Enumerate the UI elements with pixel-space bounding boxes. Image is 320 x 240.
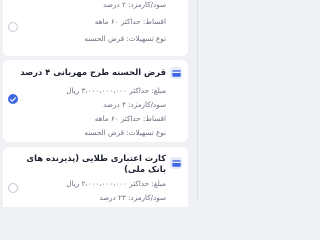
- loan-radio-button[interactable]: [8, 94, 18, 104]
- loan-installments-text: اقساط: حداکثر ۶۰ ماهه: [94, 17, 166, 26]
- loan-option-card[interactable]: کارت اعتباری طلایی (پذیرنده های بانک ملی…: [3, 147, 188, 207]
- loan-rate-text: سود/کارمزد: ۲۳ درصد: [99, 193, 166, 202]
- loan-radio-button[interactable]: [8, 22, 18, 32]
- loan-installments-text: اقساط: حداکثر ۶۰ ماهه: [94, 114, 166, 123]
- loan-option-card[interactable]: سود/کارمزد: ۲ درصد اقساط: حداکثر ۶۰ ماهه…: [3, 0, 188, 56]
- scrollbar[interactable]: [196, 0, 199, 200]
- loan-amount-text: مبلغ: حداکثر ۳،۰۰۰،۰۰۰،۰۰۰ ریال: [66, 86, 166, 95]
- card-icon: [170, 67, 182, 79]
- loan-rate-text: سود/کارمزد: ۲ درصد: [103, 0, 166, 9]
- loan-option-card[interactable]: قرض الحسنه طرح مهربانی ۴ درصد مبلغ: حداک…: [3, 60, 188, 142]
- loan-type-text: نوع تسهیلات: قرض الحسنه: [84, 128, 166, 137]
- loan-radio-button[interactable]: [8, 183, 18, 193]
- loan-type-text: نوع تسهیلات: قرض الحسنه: [84, 34, 166, 43]
- loan-amount-text: مبلغ: حداکثر ۲،۰۰۰،۰۰۰،۰۰۰ ریال: [66, 179, 166, 188]
- loan-rate-text: سود/کارمزد: ۴ درصد: [103, 100, 166, 109]
- card-icon: [170, 157, 182, 169]
- checkmark-icon: [10, 96, 16, 102]
- loan-title: کارت اعتباری طلایی (پذیرنده های بانک ملی…: [26, 153, 166, 174]
- loan-title: قرض الحسنه طرح مهربانی ۴ درصد: [20, 67, 166, 77]
